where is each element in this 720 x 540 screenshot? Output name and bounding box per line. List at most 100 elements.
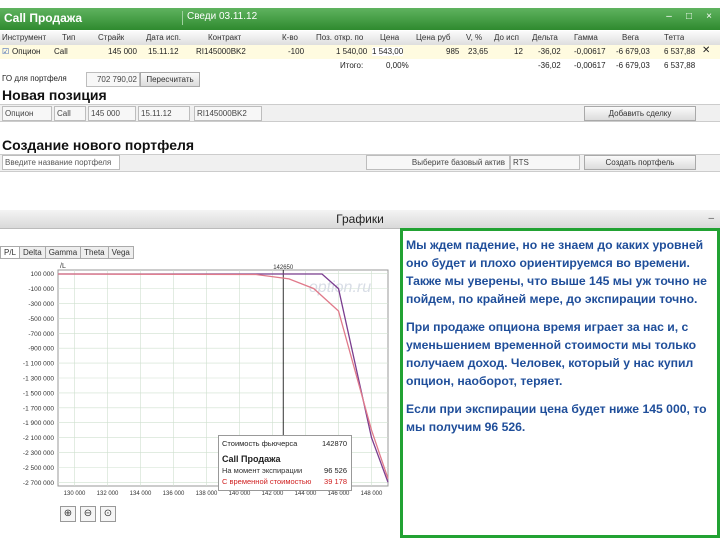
base-asset-select[interactable]: RTS xyxy=(510,155,580,170)
y-tick-label: -2 700 000 xyxy=(23,480,54,487)
y-tick-label: -1 500 000 xyxy=(23,390,54,397)
create-portfolio-button[interactable]: Создать портфель xyxy=(584,155,696,170)
cell-contract: RI145000BK2 xyxy=(196,47,246,56)
contract-select[interactable]: RI145000BK2 xyxy=(194,106,262,121)
col-contract[interactable]: Контракт xyxy=(208,33,241,42)
tooltip-futures-value: 142870 xyxy=(321,439,347,448)
col-gamma[interactable]: Гамма xyxy=(574,33,598,42)
col-qty[interactable]: К-во xyxy=(282,33,298,42)
x-tick-label: 136 000 xyxy=(163,491,185,497)
session-label: Сведи 03.11.12 xyxy=(182,11,269,25)
type-select[interactable]: Call xyxy=(54,106,86,121)
zoom-out-icon[interactable]: ⊖ xyxy=(80,506,96,522)
cell-qty: -100 xyxy=(288,47,305,56)
col-vega[interactable]: Вега xyxy=(622,33,639,42)
x-tick-label: 148 000 xyxy=(361,491,383,497)
col-delta[interactable]: Дельта xyxy=(532,33,558,42)
margin-value: 702 790,02 xyxy=(86,72,140,87)
y-tick-label: -2 100 000 xyxy=(23,435,54,442)
col-date[interactable]: Дата исп. xyxy=(146,33,181,42)
annotation-text: Мы ждем падение, но не знаем до каких ур… xyxy=(406,236,718,446)
annotation-paragraph-2: При продаже опциона время играет за нас … xyxy=(406,320,697,388)
col-strike[interactable]: Страйк xyxy=(98,33,124,42)
window-titlebar: Call Продажа Сведи 03.11.12 – □ × xyxy=(0,8,720,30)
minimize-icon[interactable]: – xyxy=(664,12,674,22)
tooltip-expiry-label: На момент экспирации xyxy=(222,466,303,475)
cell-days: 12 xyxy=(514,47,523,56)
pl-chart: 100 000 -100 000 -300 000 -500 000 -700 000 -… xyxy=(23,263,389,497)
x-tick-label: 146 000 xyxy=(328,491,350,497)
x-tick-label: 144 000 xyxy=(295,491,317,497)
graphs-minimize-icon[interactable]: – xyxy=(708,210,714,228)
add-deal-button[interactable]: Добавить сделку xyxy=(584,106,696,121)
cell-open-price: 1 540,00 xyxy=(336,47,368,56)
window-title: Call Продажа xyxy=(4,11,83,25)
strike-select[interactable]: 145 000 xyxy=(88,106,136,121)
delete-row-icon[interactable]: ✕ xyxy=(702,45,710,56)
col-volatility[interactable]: V, % xyxy=(466,33,482,42)
cell-date: 15.11.12 xyxy=(148,47,179,56)
tooltip-series-title: Call Продажа xyxy=(222,454,281,464)
tooltip-futures-label: Стоимость фьючерса xyxy=(222,439,298,448)
col-instrument[interactable]: Инструмент xyxy=(2,33,52,42)
cell-strike: 145 000 xyxy=(108,47,137,56)
table-row[interactable]: ☑ Опцион Call 145 000 15.11.12 RI145000B… xyxy=(0,45,720,60)
tooltip-time-value: 39 178 xyxy=(324,477,347,486)
instrument-select[interactable]: Опцион xyxy=(2,106,52,121)
cell-instrument: Опцион xyxy=(12,47,41,56)
x-tick-label: 142 000 xyxy=(262,491,284,497)
zoom-in-icon[interactable]: ⊕ xyxy=(60,506,76,522)
zoom-reset-icon[interactable]: ⊙ xyxy=(100,506,116,522)
col-days[interactable]: До исп xyxy=(494,33,519,42)
x-tick-label: 130 000 xyxy=(64,491,86,497)
total-gamma: -0,00617 xyxy=(574,61,606,70)
y-tick-label: -100 000 xyxy=(28,286,54,293)
y-tick-label: -500 000 xyxy=(28,316,54,323)
x-tick-label: 138 000 xyxy=(196,491,218,497)
y-tick-label: -1 300 000 xyxy=(23,376,54,383)
y-tick-label: -700 000 xyxy=(28,331,54,338)
graphs-title: Графики xyxy=(336,212,384,226)
total-percent: 0,00% xyxy=(386,61,409,70)
cell-theta: 6 537,88 xyxy=(664,47,696,56)
cell-price[interactable]: 1 543,00 xyxy=(372,47,404,56)
tooltip-expiry-value: 96 526 xyxy=(324,466,347,475)
maximize-icon[interactable]: □ xyxy=(684,12,694,22)
col-price[interactable]: Цена xyxy=(380,33,399,42)
y-tick-label: -900 000 xyxy=(28,346,54,353)
cell-price-rub: 985 xyxy=(446,47,460,56)
y-tick-label: -2 300 000 xyxy=(23,450,54,457)
expiry-select[interactable]: 15.11.12 xyxy=(138,106,190,121)
total-delta: -36,02 xyxy=(538,61,561,70)
col-type[interactable]: Тип xyxy=(62,33,75,42)
new-portfolio-title: Создание нового портфеля xyxy=(2,137,195,153)
cell-type: Call xyxy=(54,47,68,56)
total-theta: 6 537,88 xyxy=(664,61,696,70)
y-tick-label: 100 000 xyxy=(31,271,55,278)
y-tick-label: -1 900 000 xyxy=(23,420,54,427)
annotation-paragraph-3: Если при экспирации цена будет ниже 145 … xyxy=(406,402,707,434)
y-tick-label: -2 500 000 xyxy=(23,465,54,472)
x-tick-label: 134 000 xyxy=(130,491,152,497)
col-price-rub[interactable]: Цена руб xyxy=(416,33,451,42)
margin-label: ГО для портфеля xyxy=(2,74,67,83)
portfolio-name-input[interactable]: Введите название портфеля xyxy=(2,155,120,170)
close-icon[interactable]: × xyxy=(704,12,714,22)
y-tick-label: -1 100 000 xyxy=(23,361,54,368)
chart-tooltip: Стоимость фьючерса 142870 Call Продажа Н… xyxy=(218,435,352,491)
marker-label: 142650 xyxy=(273,265,294,271)
row-checkbox-icon[interactable]: ☑ xyxy=(2,47,9,56)
annotation-paragraph-1: Мы ждем падение, но не знаем до каких ур… xyxy=(406,238,707,306)
recalculate-button[interactable]: Пересчитать xyxy=(140,72,200,87)
col-open-price[interactable]: Поз. откр. по xyxy=(316,33,363,42)
y-axis-label: /L xyxy=(60,263,66,270)
table-total-row: Итого: 0,00% -36,02 -0,00617 -6 679,03 6… xyxy=(0,59,720,73)
total-vega: -6 679,03 xyxy=(616,61,650,70)
x-tick-label: 132 000 xyxy=(97,491,119,497)
tooltip-time-label: С временной стоимостью xyxy=(222,477,312,486)
col-theta[interactable]: Тетта xyxy=(664,33,684,42)
base-asset-label: Выберите базовый актив xyxy=(366,155,510,170)
total-label: Итого: xyxy=(340,61,364,70)
cell-delta: -36,02 xyxy=(538,47,561,56)
table-header: Инструмент Тип Страйк Дата исп. Контракт… xyxy=(0,31,720,46)
